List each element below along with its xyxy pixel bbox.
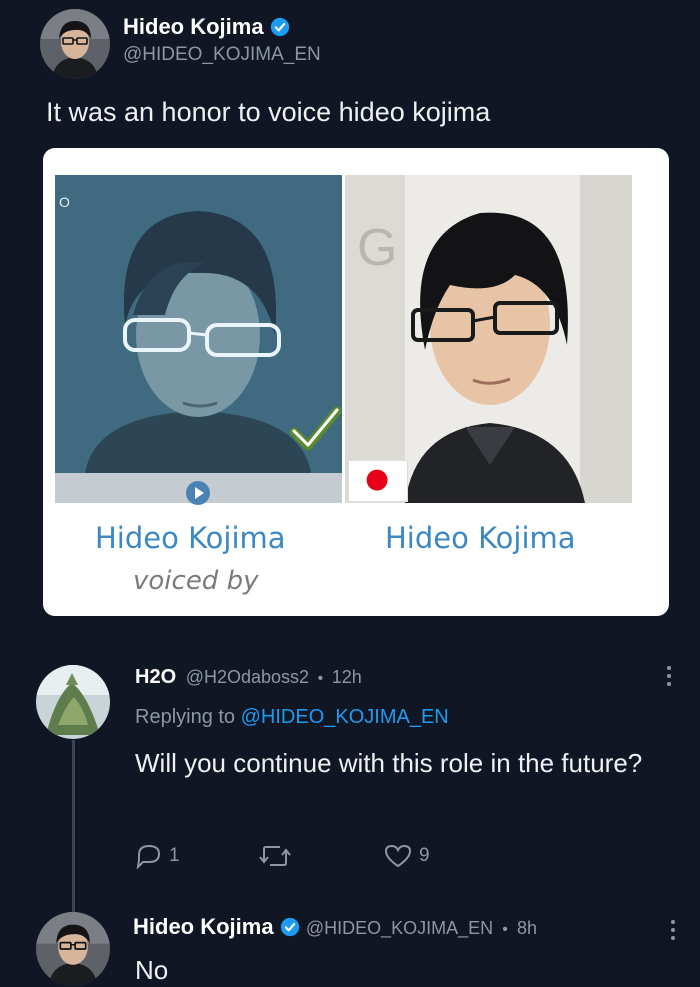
- second-reply-author-name[interactable]: Hideo Kojima: [133, 914, 274, 939]
- reply-author-handle[interactable]: @H2Odaboss2: [186, 667, 309, 687]
- svg-text:G: G: [357, 219, 397, 277]
- play-icon[interactable]: [185, 480, 211, 506]
- svg-text:O: O: [59, 194, 70, 210]
- real-person-photo: G: [345, 175, 632, 503]
- second-reply-timestamp[interactable]: 8h: [517, 918, 537, 938]
- japan-flag-icon: [348, 460, 408, 502]
- second-reply-avatar[interactable]: [36, 912, 110, 986]
- second-reply-text: No: [135, 955, 169, 985]
- replying-to-label: Replying to: [135, 706, 236, 728]
- right-caption: Hideo Kojima: [385, 521, 576, 555]
- like-count: 9: [419, 845, 430, 866]
- reply-text: Will you continue with this role in the …: [135, 748, 643, 778]
- thread-connector: [72, 740, 75, 912]
- replying-to-line: Replying to @HIDEO_KOJIMA_EN: [135, 706, 449, 729]
- author-name[interactable]: Hideo Kojima: [123, 14, 264, 39]
- retweet-icon: [258, 843, 292, 869]
- reply-header: H2O @H2Odaboss2 • 12h: [135, 666, 362, 689]
- reply-timestamp[interactable]: 12h: [332, 667, 362, 687]
- reply-count: 1: [169, 845, 180, 866]
- second-reply-header: Hideo Kojima @HIDEO_KOJIMA_EN • 8h: [133, 914, 537, 940]
- voiced-by-label: voiced by: [133, 566, 259, 596]
- checkmark-icon: [289, 406, 342, 452]
- verified-badge-icon: [270, 17, 290, 37]
- retweet-button[interactable]: [258, 843, 298, 869]
- author-handle[interactable]: @HIDEO_KOJIMA_EN: [123, 44, 321, 66]
- reply-author-avatar[interactable]: [36, 665, 110, 739]
- second-reply-handle[interactable]: @HIDEO_KOJIMA_EN: [306, 918, 493, 938]
- tweet-text: It was an honor to voice hideo kojima: [46, 97, 491, 127]
- reply-author-name[interactable]: H2O: [135, 666, 176, 688]
- replying-to-handle[interactable]: @HIDEO_KOJIMA_EN: [241, 706, 449, 728]
- more-dots-icon[interactable]: [666, 666, 672, 690]
- meta-separator: •: [317, 670, 324, 687]
- meta-separator: •: [502, 921, 508, 938]
- reply-icon: [135, 843, 163, 869]
- tweet-image-card[interactable]: O G Hideo Kojima voiced by Hideo Kojima: [43, 148, 669, 616]
- author-name-row: Hideo Kojima: [123, 14, 290, 40]
- left-caption: Hideo Kojima: [95, 521, 286, 555]
- author-avatar[interactable]: [40, 9, 110, 79]
- more-dots-icon[interactable]: [670, 920, 676, 944]
- reply-button[interactable]: 1: [135, 843, 180, 869]
- verified-badge-icon: [280, 917, 300, 937]
- like-button[interactable]: 9: [383, 843, 430, 869]
- heart-icon: [383, 843, 413, 869]
- game-character-image: O: [55, 175, 342, 503]
